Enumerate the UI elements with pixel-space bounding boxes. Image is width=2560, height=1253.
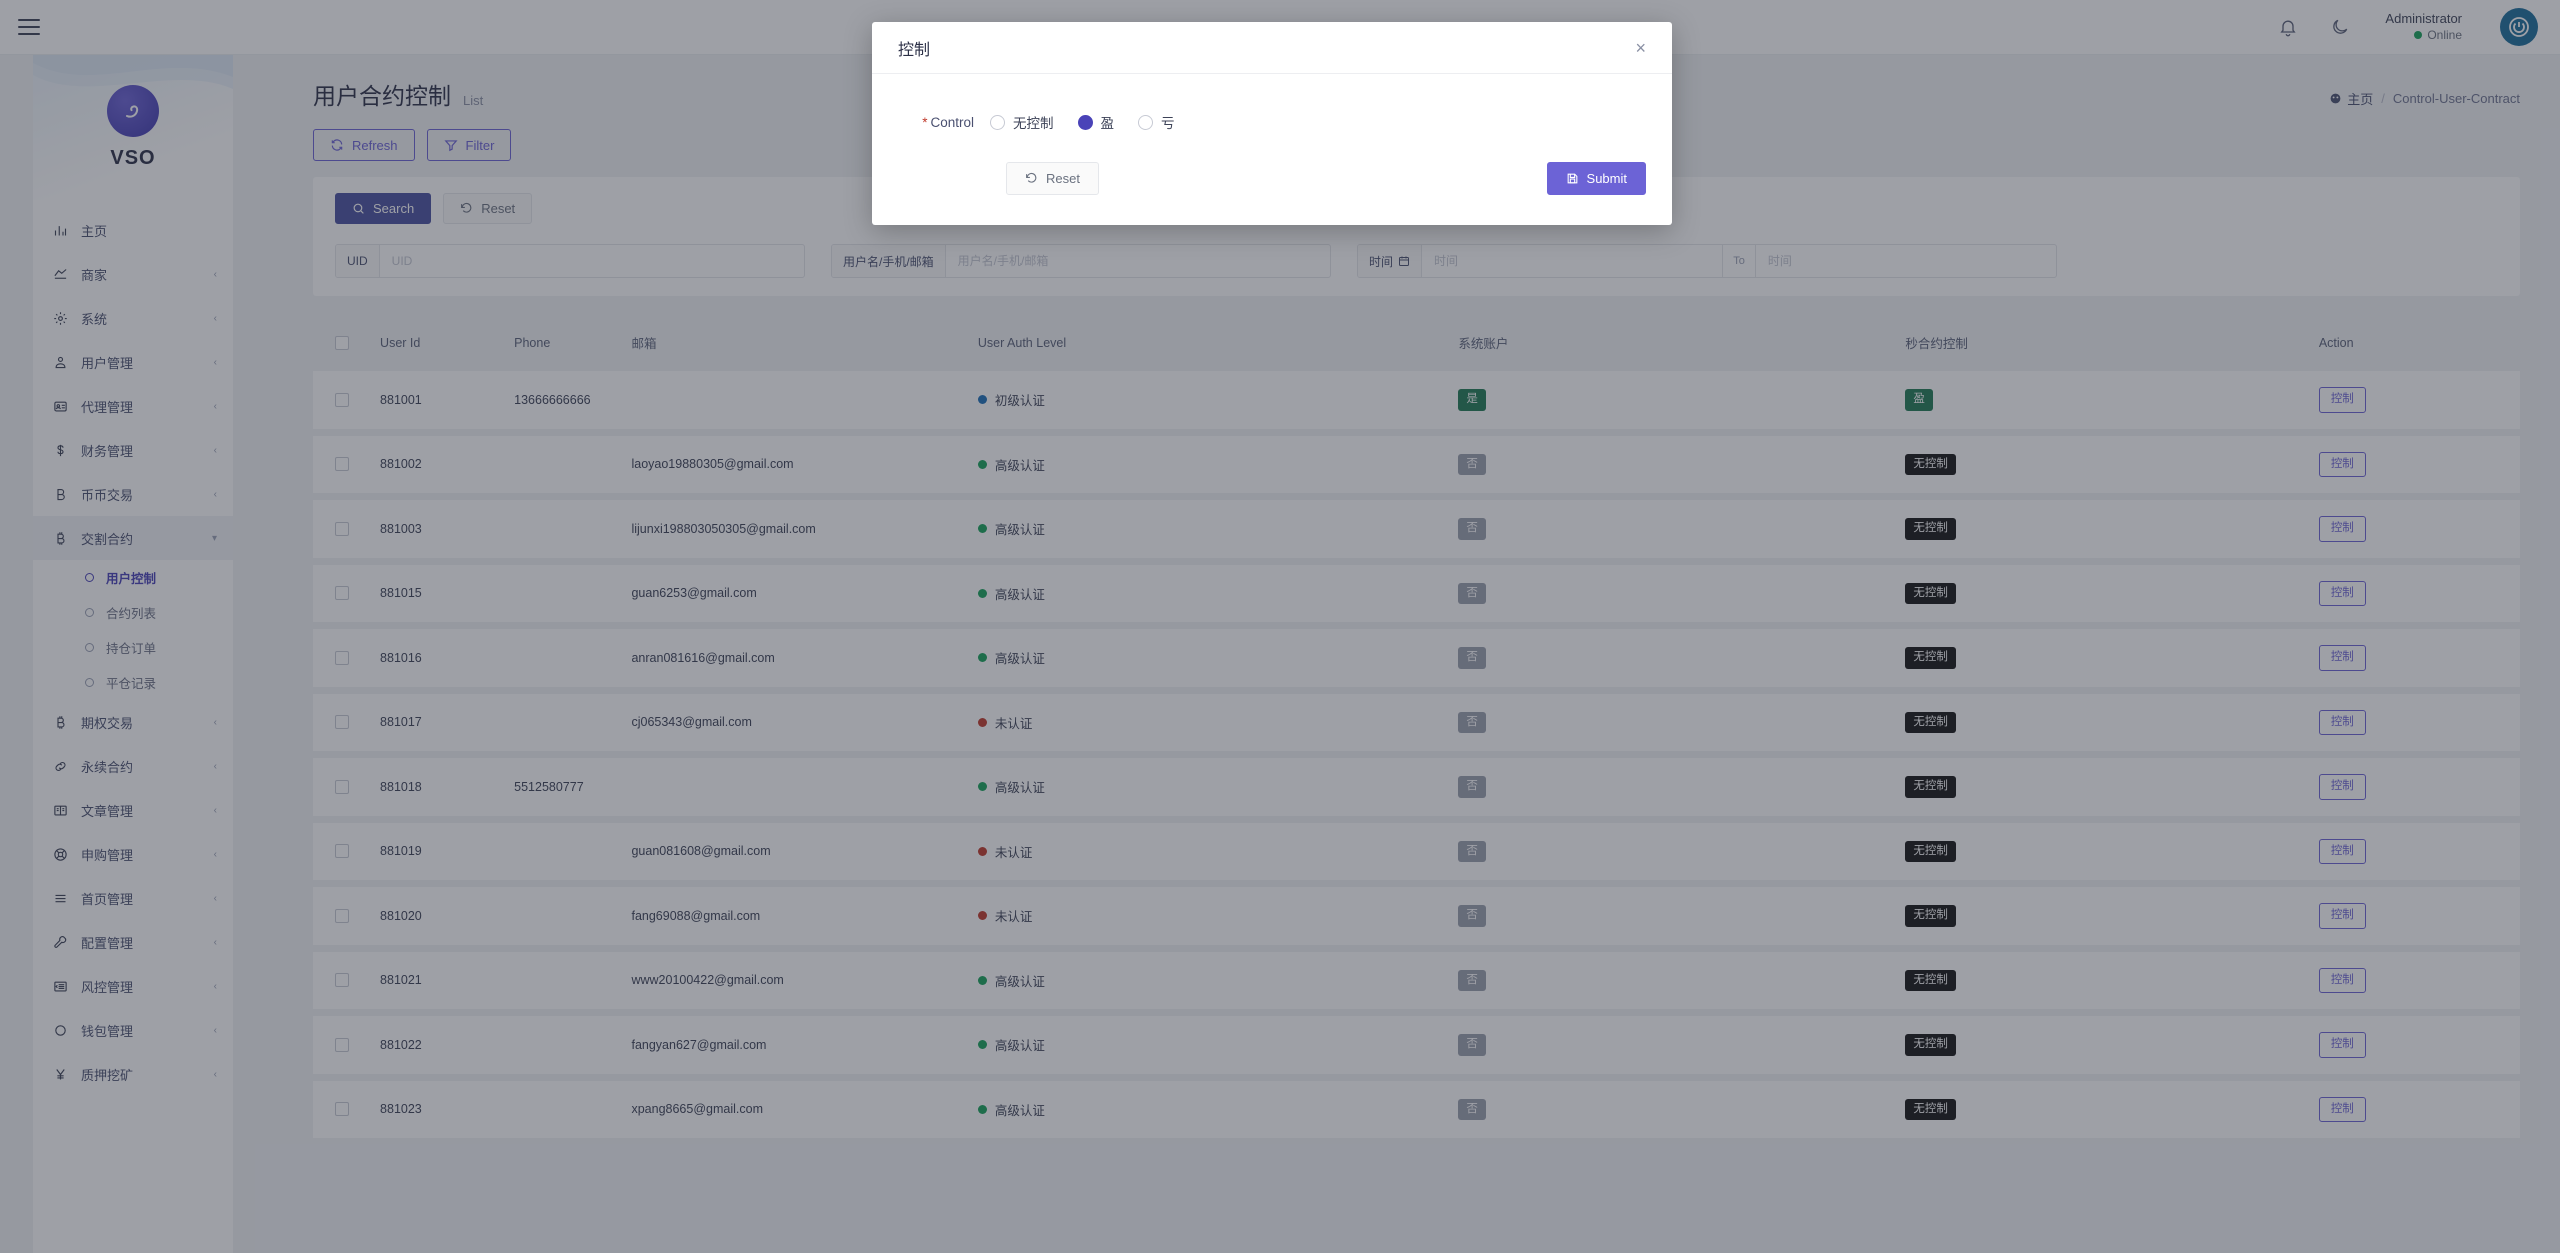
radio-mark-icon [1138, 114, 1153, 130]
required-mark: * [922, 114, 928, 130]
control-radio-group[interactable]: 无控制 盈 亏 [990, 112, 1193, 132]
control-field-label: * Control [898, 115, 990, 130]
modal-body: * Control 无控制 盈 亏 [872, 74, 1672, 132]
control-form-row: * Control 无控制 盈 亏 [898, 112, 1646, 132]
close-icon[interactable]: × [1635, 39, 1646, 57]
radio-option-2[interactable]: 亏 [1138, 112, 1193, 132]
control-modal: 控制 × * Control 无控制 盈 亏 Reset Submit [872, 22, 1672, 225]
modal-submit-button[interactable]: Submit [1546, 162, 1646, 195]
save-icon [1567, 173, 1577, 184]
radio-option-1[interactable]: 盈 [1077, 112, 1133, 132]
modal-footer-left: Reset [1006, 162, 1099, 195]
radio-option-0[interactable]: 无控制 [990, 112, 1072, 132]
radio-option-label: 盈 [1100, 116, 1115, 131]
app-root: Administrator Online VSO 主页 商家 ‹ 系统 ‹ 用户… [0, 0, 2560, 1253]
radio-option-label: 亏 [1161, 116, 1175, 131]
radio-option-label: 无控制 [1013, 116, 1054, 131]
reset-icon [1026, 172, 1037, 183]
modal-footer: Reset Submit [872, 132, 1672, 225]
modal-reset-button[interactable]: Reset [1006, 162, 1099, 195]
modal-reset-label: Reset [1046, 171, 1080, 186]
modal-title: 控制 [898, 41, 931, 59]
modal-submit-label: Submit [1586, 171, 1627, 186]
modal-header: 控制 × [872, 22, 1672, 74]
control-label-text: Control [930, 114, 974, 130]
modal-footer-right: Submit [1546, 162, 1646, 195]
radio-mark-icon [990, 114, 1005, 130]
radio-mark-icon [1077, 114, 1093, 130]
